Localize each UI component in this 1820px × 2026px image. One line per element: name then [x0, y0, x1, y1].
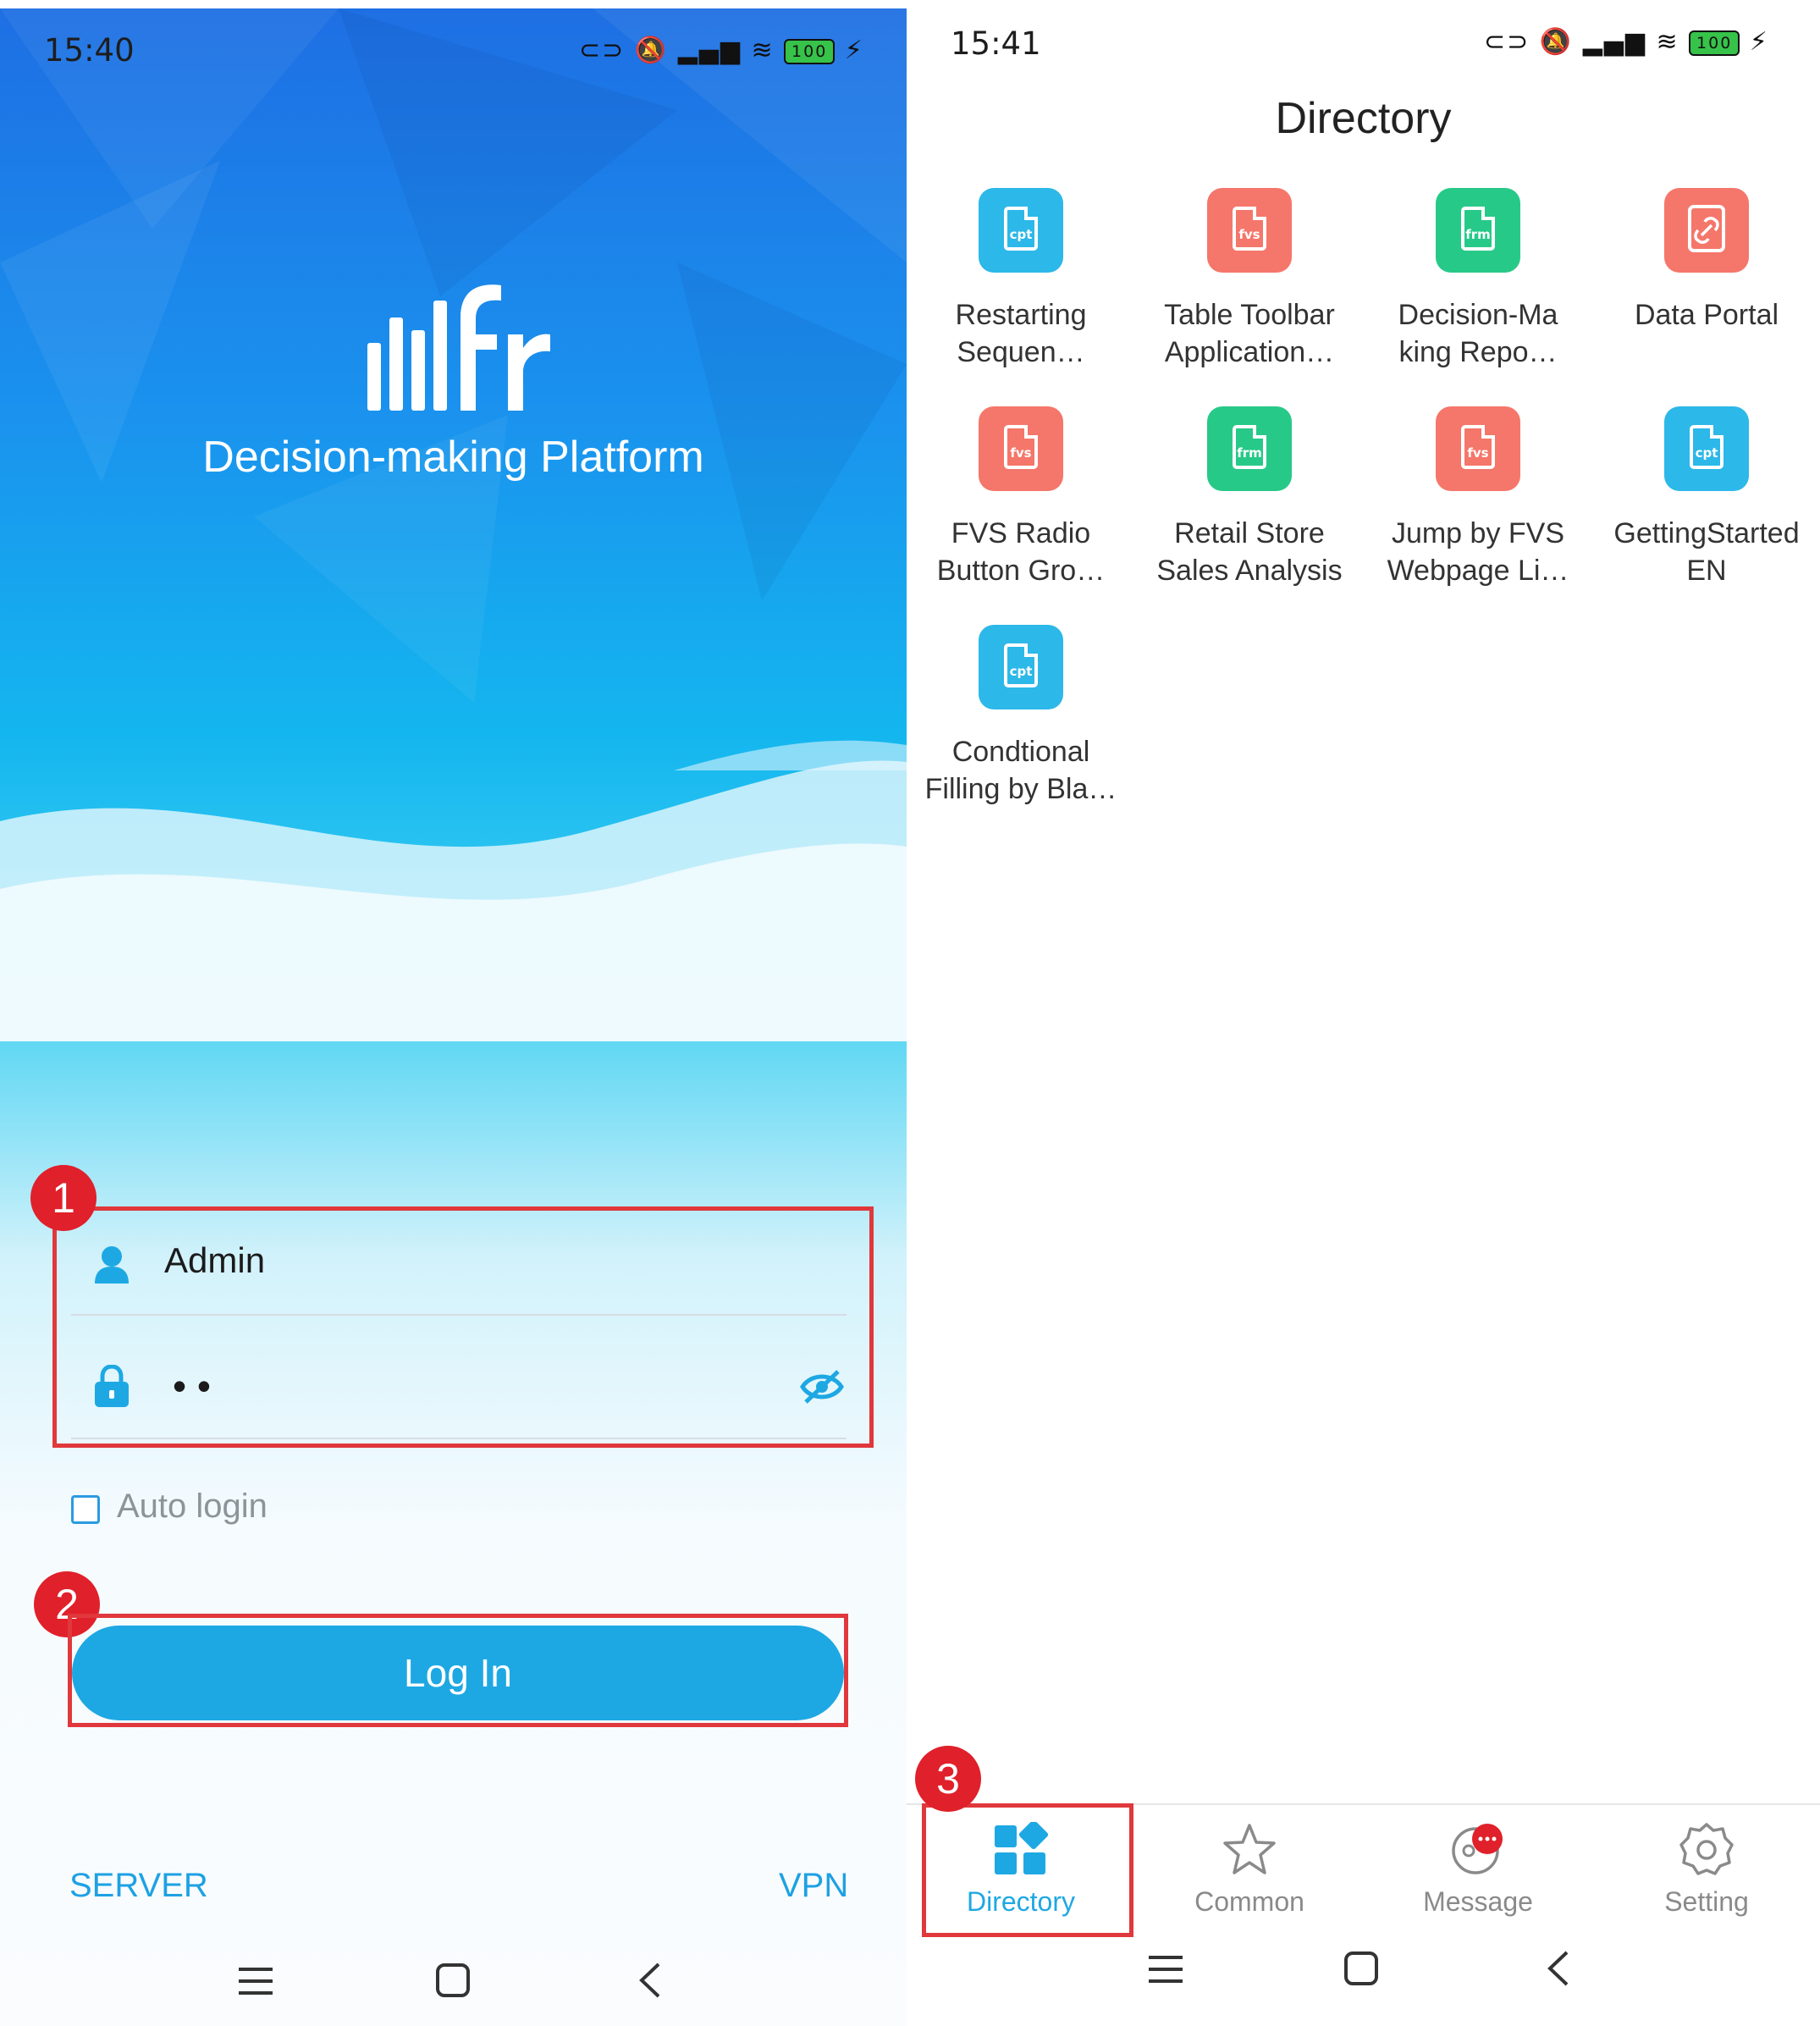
tile-label: GettingStarted EN	[1613, 517, 1800, 587]
tile-label: Table Toolbar Application…	[1164, 299, 1335, 368]
auto-login-checkbox[interactable]	[71, 1495, 100, 1524]
tab-label: Setting	[1664, 1886, 1749, 1917]
server-link[interactable]: SERVER	[69, 1867, 208, 1905]
annotation-3: 3	[915, 1746, 981, 1812]
link-icon: ⊂⊃	[1484, 27, 1530, 57]
tile-label: Condtional Filling by Bla…	[924, 736, 1117, 805]
fvs-file-icon: fvs	[979, 406, 1063, 491]
wifi-icon: ≋	[1656, 27, 1679, 57]
status-time: 15:41	[951, 25, 1041, 62]
fvs-file-icon: fvs	[1207, 188, 1292, 273]
charging-icon: ⚡	[1749, 27, 1769, 57]
tab-common[interactable]: Common	[1135, 1822, 1364, 1918]
directory-tile[interactable]: cpt Restarting Sequen…	[907, 188, 1135, 371]
fvs-file-icon: fvs	[1436, 406, 1520, 491]
directory-tile[interactable]: frm Decision-Ma king Repo…	[1364, 188, 1592, 371]
wave-decoration	[0, 760, 907, 1041]
menu-nav-icon[interactable]	[1147, 1952, 1184, 1990]
star-icon	[1223, 1824, 1276, 1874]
directory-tile[interactable]: fvs Jump by FVS Webpage Li…	[1364, 406, 1592, 589]
tile-label: Retail Store Sales Analysis	[1156, 517, 1343, 587]
file-type-tag: fvs	[1467, 445, 1489, 461]
password-field[interactable]: • •	[173, 1363, 211, 1409]
status-icons: ⊂⊃ 🔕 ▂▄▆ ≋ 100 ⚡	[1484, 27, 1769, 57]
tab-setting[interactable]: Setting	[1592, 1822, 1820, 1918]
eye-hidden-icon[interactable]	[799, 1368, 845, 1405]
file-type-tag: frm	[1465, 227, 1491, 242]
mute-icon: 🔕	[1539, 27, 1574, 57]
annotation-1: 1	[30, 1165, 97, 1231]
vpn-link[interactable]: VPN	[779, 1867, 848, 1905]
cpt-file-icon: cpt	[979, 188, 1063, 273]
battery-icon: 100	[784, 38, 836, 64]
link-icon: ⊂⊃	[579, 36, 626, 65]
tab-message[interactable]: Message	[1364, 1822, 1592, 1918]
file-type-tag: frm	[1237, 445, 1262, 461]
menu-nav-icon[interactable]	[237, 1964, 274, 2001]
login-highlight	[68, 1614, 848, 1727]
file-type-tag: cpt	[1009, 227, 1033, 242]
app-title: Decision-making Platform	[202, 433, 704, 482]
link-icon	[1664, 188, 1749, 273]
cpt-file-icon: cpt	[1664, 406, 1749, 491]
signal-icon: ▂▄▆	[677, 36, 742, 65]
login-screen: 15:40 ⊂⊃ 🔕 ▂▄▆ ≋ 100 ⚡ Decision-making P…	[0, 8, 907, 2026]
frm-file-icon: frm	[1436, 188, 1520, 273]
field-divider	[71, 1314, 847, 1316]
back-nav-icon[interactable]	[637, 1961, 662, 2003]
field-divider	[71, 1438, 847, 1439]
message-icon	[1452, 1824, 1503, 1874]
back-nav-icon[interactable]	[1545, 1949, 1570, 1991]
tile-label: Restarting Sequen…	[955, 299, 1087, 368]
username-field[interactable]: Admin	[164, 1240, 265, 1281]
directory-tile[interactable]: cpt Condtional Filling by Bla…	[907, 625, 1135, 808]
signal-icon: ▂▄▆	[1582, 27, 1646, 57]
directory-tile[interactable]: cpt GettingStarted EN	[1592, 406, 1820, 589]
user-icon	[95, 1246, 129, 1284]
logo-icon	[367, 284, 550, 411]
directory-tile[interactable]: frm Retail Store Sales Analysis	[1135, 406, 1364, 589]
tab-label: Message	[1423, 1886, 1533, 1917]
tile-label: Data Portal	[1634, 299, 1779, 331]
tile-label: Jump by FVS Webpage Li…	[1387, 517, 1569, 587]
file-type-tag: fvs	[1238, 227, 1260, 242]
mute-icon: 🔕	[634, 36, 669, 65]
auto-login-label: Auto login	[117, 1488, 267, 1525]
directory-tile[interactable]: fvs Table Toolbar Application…	[1135, 188, 1364, 371]
wifi-icon: ≋	[751, 36, 775, 65]
file-type-tag: fvs	[1010, 445, 1032, 461]
file-type-tag: cpt	[1009, 664, 1033, 679]
directory-tile[interactable]: Data Portal	[1592, 188, 1820, 334]
page-title: Directory	[1275, 94, 1452, 143]
tile-label: FVS Radio Button Gro…	[936, 517, 1106, 587]
charging-icon: ⚡	[844, 36, 864, 65]
home-nav-icon[interactable]	[1343, 1951, 1379, 1990]
lock-icon	[95, 1365, 129, 1407]
directory-tile[interactable]: fvs FVS Radio Button Gro…	[907, 406, 1135, 589]
status-icons: ⊂⊃ 🔕 ▂▄▆ ≋ 100 ⚡	[579, 36, 864, 65]
status-time: 15:40	[44, 32, 135, 69]
directory-tab-highlight	[922, 1803, 1133, 1937]
gear-icon	[1679, 1823, 1734, 1875]
battery-icon: 100	[1689, 30, 1740, 56]
file-type-tag: cpt	[1695, 445, 1718, 461]
tab-label: Common	[1194, 1886, 1304, 1917]
tile-label: Decision-Ma king Repo…	[1398, 299, 1558, 368]
home-nav-icon[interactable]	[435, 1963, 471, 2001]
cpt-file-icon: cpt	[979, 625, 1063, 709]
frm-file-icon: frm	[1207, 406, 1292, 491]
directory-screen: 15:41 ⊂⊃ 🔕 ▂▄▆ ≋ 100 ⚡ Directory cpt Rest…	[907, 0, 1820, 2026]
